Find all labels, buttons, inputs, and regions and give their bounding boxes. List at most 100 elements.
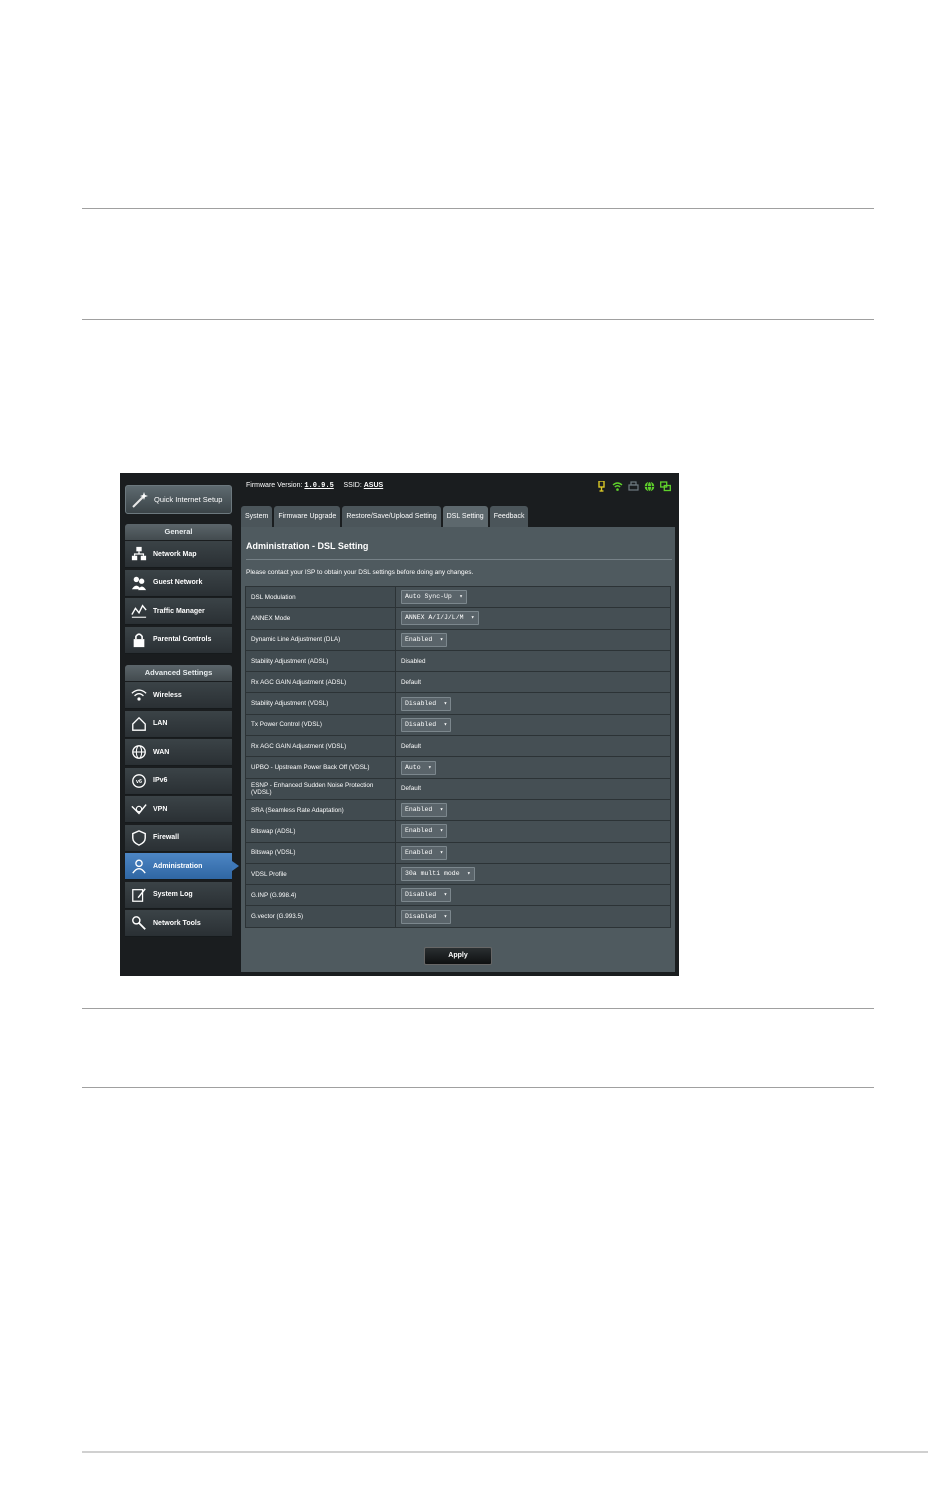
stability-adjustment-vdsl-select[interactable]: Disabled (401, 696, 452, 711)
wifi-status-icon[interactable] (612, 481, 623, 492)
sidebar-item-label: Wireless (153, 691, 182, 699)
stability-adjustment-adsl-value: Disabled (401, 657, 426, 665)
tab-system[interactable]: System (241, 506, 273, 527)
tab-feedback[interactable]: Feedback (489, 506, 529, 527)
setting-value-cell: Disabled (395, 713, 671, 737)
sidebar-item-administration[interactable]: Administration (125, 853, 239, 880)
sidebar-item-network-map[interactable]: Network Map (125, 541, 232, 568)
status-icons (596, 480, 671, 492)
divider-bottom-1 (82, 1008, 874, 1009)
admin-tabs: System Firmware Upgrade Restore/Save/Uploa… (241, 506, 529, 527)
router-admin-screenshot: Quick Internet Setup General Network Map… (120, 473, 679, 976)
upbo-upstream-power-back-off-vdsl-select[interactable]: Auto (401, 760, 436, 775)
sidebar-item-label: System Log (153, 891, 193, 898)
sidebar-item-system-log[interactable]: System Log (125, 881, 232, 909)
sidebar-item-wan[interactable]: WAN (125, 739, 232, 766)
setting-value-cell: 30a multi mode (395, 862, 671, 886)
setting-label: Dynamic Line Adjustment (DLA) (245, 628, 396, 651)
esnp-enhanced-sudden-noise-protection-vdsl-value: Default (401, 785, 421, 793)
apply-button[interactable]: Apply (424, 947, 492, 965)
setting-label: Tx Power Control (VDSL) (245, 713, 396, 737)
sidebar-item-wireless[interactable]: Wireless (125, 682, 232, 709)
page-title: Administration - DSL Setting (246, 541, 369, 551)
printer-icon[interactable] (628, 481, 639, 492)
sidebar-item-lan[interactable]: LAN (125, 710, 232, 738)
setting-row-upbo-upstream-power-back-off-vdsl: UPBO - Upstream Power Back Off (VDSL) Aut… (245, 756, 671, 779)
bitswap-vdsl-select[interactable]: Enabled (401, 845, 448, 860)
setting-label: ESNP - Enhanced Sudden Noise Protection … (245, 777, 396, 800)
sidebar-item-vpn[interactable]: VPN (125, 796, 232, 823)
lan-status-icon[interactable] (660, 481, 671, 492)
setting-row-dsl-modulation: DSL Modulation Auto Sync-Up (245, 585, 671, 609)
sidebar-item-label: LAN (153, 720, 168, 727)
sidebar-item-label: IPv6 (153, 777, 168, 784)
internet-status-icon[interactable] (644, 481, 655, 492)
dynamic-line-adjustment-dla-select[interactable]: Enabled (401, 632, 448, 647)
tools-icon (130, 914, 148, 932)
sidebar-item-label: Traffic Manager (153, 607, 205, 615)
home-icon (130, 715, 148, 733)
top-bar: Firmware Version: 1.0.9.5 SSID: ASUS (241, 473, 679, 503)
setting-value-cell: Auto Sync-Up (395, 585, 671, 609)
ipv6-icon: v6 (130, 772, 148, 790)
g-vector-g-993-5-select[interactable]: Disabled (401, 909, 452, 924)
ssid-label: SSID: (343, 482, 362, 489)
tab-restore-save-upload-setting[interactable]: Restore/Save/Upload Setting (342, 506, 441, 527)
tx-power-control-vdsl-select[interactable]: Disabled (401, 717, 452, 732)
rx-agc-gain-adjustment-adsl-value: Default (401, 678, 421, 686)
setting-value-cell: Default (395, 671, 671, 694)
tab-dsl-setting[interactable]: DSL Setting (442, 506, 488, 527)
tab-firmware-upgrade[interactable]: Firmware Upgrade (274, 506, 341, 527)
g-inp-g-998-4-select[interactable]: Disabled (401, 888, 452, 903)
setting-label: DSL Modulation (245, 585, 396, 609)
sidebar-item-guest-network[interactable]: Guest Network (125, 569, 232, 597)
wireless-icon (130, 686, 148, 704)
setting-row-g-inp-g-998-4: G.INP (G.998.4) Disabled (245, 884, 671, 907)
divider-bottom-2 (82, 1087, 874, 1088)
setting-value-cell: Disabled (395, 649, 671, 673)
main-content: Administration - DSL Setting Please cont… (241, 527, 675, 972)
setting-label: Stability Adjustment (ADSL) (245, 649, 396, 673)
setting-row-bitswap-adsl: Bitswap (ADSL) Enabled (245, 820, 671, 843)
setting-label: Bitswap (ADSL) (245, 820, 396, 843)
setting-value-cell: Default (395, 777, 671, 800)
sidebar-item-network-tools[interactable]: Network Tools (125, 910, 232, 937)
dsl-modulation-select[interactable]: Auto Sync-Up (401, 590, 467, 605)
globe-icon (130, 743, 148, 761)
sidebar-item-label: Parental Controls (153, 636, 212, 643)
quick-internet-setup-button[interactable]: Quick Internet Setup (125, 485, 232, 514)
setting-row-tx-power-control-vdsl: Tx Power Control (VDSL) Disabled (245, 713, 671, 737)
setting-value-cell: Disabled (395, 692, 671, 715)
setting-label: Rx AGC GAIN Adjustment (VDSL) (245, 735, 396, 758)
annex-mode-select[interactable]: ANNEX A/I/J/L/M (401, 611, 479, 626)
sra-seamless-rate-adaptation-select[interactable]: Enabled (401, 803, 448, 818)
vdsl-profile-select[interactable]: 30a multi mode (401, 867, 475, 881)
bitswap-adsl-select[interactable]: Enabled (401, 824, 448, 839)
setting-row-vdsl-profile: VDSL Profile 30a multi mode (245, 862, 671, 886)
setting-value-cell: Enabled (395, 798, 671, 822)
advanced-settings-title: Advanced Settings (125, 665, 232, 681)
sidebar-item-label: WAN (153, 748, 170, 756)
network-map-icon (130, 545, 148, 563)
setting-value-cell: Disabled (395, 905, 671, 928)
sidebar-item-ipv6[interactable]: v6 IPv6 (125, 767, 232, 795)
setting-value-cell: Disabled (395, 884, 671, 907)
setting-label: UPBO - Upstream Power Back Off (VDSL) (245, 756, 396, 779)
ssid-value-link[interactable]: ASUS (364, 482, 383, 489)
magic-wand-icon (132, 491, 148, 508)
usb-icon[interactable] (596, 480, 607, 492)
svg-text:v6: v6 (136, 779, 142, 785)
divider-top-1 (82, 208, 874, 209)
firmware-version-link[interactable]: 1.0.9.5 (304, 482, 333, 490)
setting-row-g-vector-g-993-5: G.vector (G.993.5) Disabled (245, 905, 671, 928)
traffic-manager-icon (130, 602, 148, 620)
setting-row-annex-mode: ANNEX Mode ANNEX A/I/J/L/M (245, 607, 671, 630)
sidebar-item-parental-controls[interactable]: Parental Controls (125, 626, 232, 654)
sidebar-item-traffic-manager[interactable]: Traffic Manager (125, 598, 232, 625)
sidebar: Quick Internet Setup General Network Map… (120, 473, 239, 976)
setting-label: ANNEX Mode (245, 607, 396, 630)
vpn-icon (130, 800, 148, 818)
guest-network-icon (130, 574, 148, 592)
setting-label: G.INP (G.998.4) (245, 884, 396, 907)
sidebar-item-firewall[interactable]: Firewall (125, 824, 232, 852)
